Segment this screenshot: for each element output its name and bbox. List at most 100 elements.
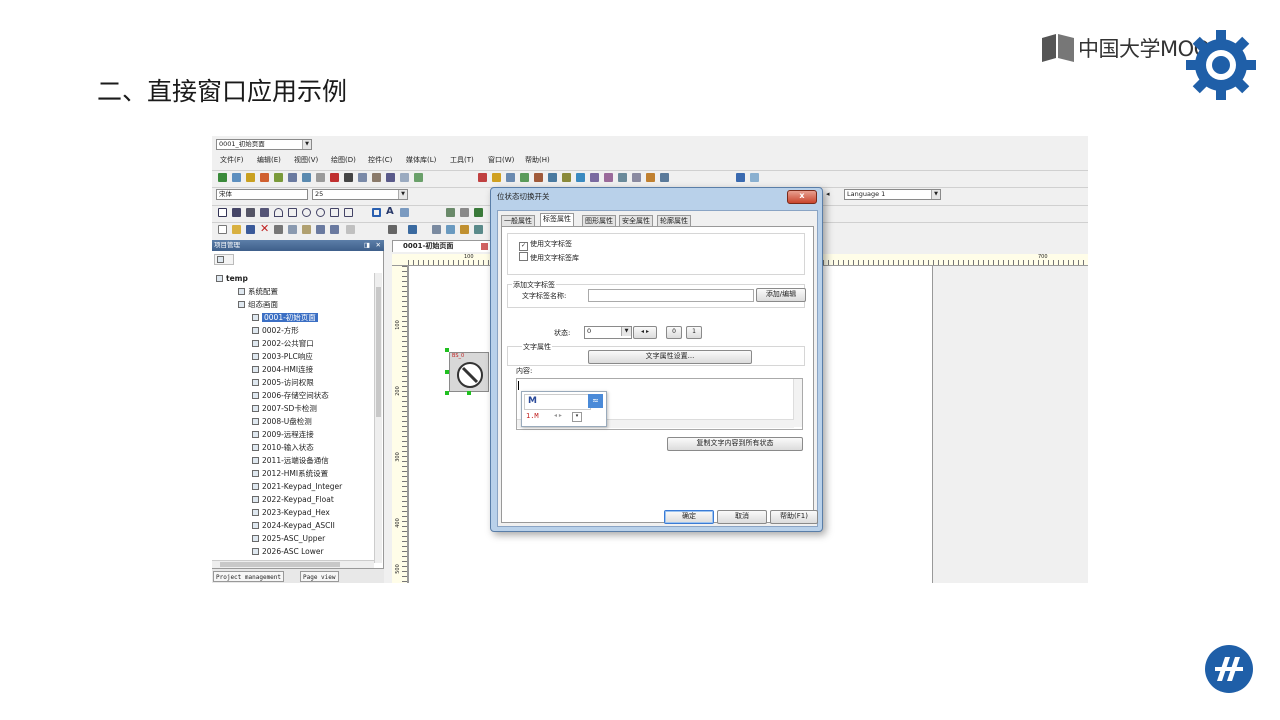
menu-draw[interactable]: 绘图(D): [331, 155, 356, 165]
location-icon[interactable]: [736, 173, 745, 182]
trend-icon[interactable]: [274, 173, 283, 182]
tree-item-screens[interactable]: 组态画面: [238, 299, 278, 310]
pen-icon[interactable]: [492, 173, 501, 182]
tool-icon[interactable]: [232, 173, 241, 182]
back-icon[interactable]: [346, 225, 355, 234]
state-zero-button[interactable]: 0: [666, 326, 682, 339]
state-one-button[interactable]: 1: [686, 326, 702, 339]
page-selector[interactable]: 0001_初始页面 ▼: [216, 139, 312, 150]
printer-icon[interactable]: [344, 173, 353, 182]
lock-icon[interactable]: [460, 225, 469, 234]
cogs-icon[interactable]: [562, 173, 571, 182]
image-insert-icon[interactable]: [400, 208, 409, 217]
menu-edit[interactable]: 编辑(E): [257, 155, 281, 165]
number-icon[interactable]: [576, 173, 585, 182]
chart-line-icon[interactable]: [408, 225, 417, 234]
layers-icon[interactable]: [432, 225, 441, 234]
select-arrow-icon[interactable]: [218, 208, 227, 217]
tree-item-2008[interactable]: 2008-U盘检测: [252, 416, 312, 427]
print-icon[interactable]: [388, 225, 397, 234]
menu-tools[interactable]: 工具(T): [450, 155, 474, 165]
paste-icon[interactable]: [302, 225, 311, 234]
save-icon[interactable]: [246, 225, 255, 234]
font-size-select[interactable]: 25 ▼: [312, 189, 408, 200]
curve-icon[interactable]: [260, 208, 269, 217]
circle-icon[interactable]: [302, 208, 311, 217]
menu-media-lib[interactable]: 媒体库(L): [406, 155, 436, 165]
window-icon[interactable]: [358, 173, 367, 182]
user-icon[interactable]: [478, 173, 487, 182]
script-icon[interactable]: [604, 173, 613, 182]
open-folder-icon[interactable]: [232, 225, 241, 234]
resize-handle[interactable]: [467, 391, 471, 395]
state-prev-next-buttons[interactable]: ◂ ▸: [633, 326, 657, 339]
grid-icon[interactable]: [506, 173, 515, 182]
tree-item-2023[interactable]: 2023-Keypad_Hex: [252, 507, 330, 518]
menu-control[interactable]: 控件(C): [368, 155, 392, 165]
move-icon[interactable]: [218, 173, 227, 182]
arc-icon[interactable]: [274, 208, 283, 217]
state-select[interactable]: 0 ▼: [584, 326, 632, 339]
tree-item-2022[interactable]: 2022-Keypad_Float: [252, 494, 334, 505]
menu-help[interactable]: 帮助(H): [525, 155, 550, 165]
tree-item-2025[interactable]: 2025-ASC_Upper: [252, 533, 325, 544]
ime-page-arrows-icon[interactable]: ◂ ▸: [554, 412, 562, 419]
simulate-icon[interactable]: [474, 225, 483, 234]
tab-label[interactable]: 标签属性: [540, 213, 574, 227]
menu-window[interactable]: 窗口(W): [488, 155, 514, 165]
ok-button[interactable]: 确定: [664, 510, 714, 524]
tab-page-view[interactable]: Page view: [300, 571, 339, 582]
undo-icon[interactable]: [316, 225, 325, 234]
redo-icon[interactable]: [330, 225, 339, 234]
ime-candidate[interactable]: 1.M: [526, 412, 539, 420]
delete-icon[interactable]: ✕: [260, 222, 269, 235]
calendar-icon[interactable]: [660, 173, 669, 182]
resize-handle[interactable]: [445, 370, 449, 374]
database-icon[interactable]: [548, 173, 557, 182]
text-icon[interactable]: [590, 173, 599, 182]
text-a-icon[interactable]: A: [386, 206, 394, 217]
pin-icon[interactable]: ◨: [364, 240, 370, 251]
use-text-label-lib-checkbox[interactable]: 使用文字标签库: [519, 252, 579, 263]
compile-icon[interactable]: [446, 225, 455, 234]
chart-icon[interactable]: [246, 173, 255, 182]
add-edit-button[interactable]: 添加/编辑: [756, 288, 806, 302]
star-icon[interactable]: [344, 208, 353, 217]
menu-file[interactable]: 文件(F): [220, 155, 244, 165]
file-icon[interactable]: [386, 173, 395, 182]
close-icon[interactable]: ✕: [376, 240, 381, 251]
language-select[interactable]: Language 1 ▼: [844, 189, 941, 200]
tree-item-2003[interactable]: 2003-PLC响应: [252, 351, 313, 362]
key-icon[interactable]: [534, 173, 543, 182]
scale-icon[interactable]: [460, 208, 469, 217]
tree-item-2026[interactable]: 2026-ASC Lower: [252, 546, 324, 557]
font-name-select[interactable]: 宋体: [216, 189, 308, 200]
tree-item-2004[interactable]: 2004-HMI连接: [252, 364, 313, 375]
polygon-icon[interactable]: [288, 208, 297, 217]
arrow-left-icon[interactable]: ◂: [826, 190, 830, 198]
new-file-icon[interactable]: [218, 225, 227, 234]
copy-icon[interactable]: [288, 225, 297, 234]
list-icon[interactable]: [302, 173, 311, 182]
help-button[interactable]: 帮助(F1): [770, 510, 818, 524]
dialog-close-button[interactable]: x: [787, 190, 817, 204]
rectangle-icon[interactable]: [330, 208, 339, 217]
tab-project-management[interactable]: Project management: [213, 571, 285, 582]
resize-handle[interactable]: [445, 391, 449, 395]
panel-tool-button[interactable]: [214, 254, 234, 265]
tree-item-2024[interactable]: 2024-Keypad_ASCII: [252, 520, 335, 531]
ellipse-icon[interactable]: [316, 208, 325, 217]
content-scrollbar[interactable]: [793, 379, 802, 427]
transfer-icon[interactable]: [646, 173, 655, 182]
canvas-tab[interactable]: 0001-初始页面: [392, 240, 492, 252]
tree-item-system-config[interactable]: 系统配置: [238, 286, 278, 297]
close-tab-icon[interactable]: [481, 243, 488, 250]
chart-bar-icon[interactable]: [520, 173, 529, 182]
ime-expand-icon[interactable]: ▾: [572, 412, 582, 422]
document-icon[interactable]: [372, 173, 381, 182]
menu-view[interactable]: 视图(V): [294, 155, 318, 165]
resize-handle[interactable]: [445, 348, 449, 352]
scrollbar-thumb[interactable]: [220, 562, 340, 567]
text-props-button[interactable]: 文字属性设置...: [588, 350, 752, 364]
tree-item-temp[interactable]: temp: [216, 273, 248, 284]
